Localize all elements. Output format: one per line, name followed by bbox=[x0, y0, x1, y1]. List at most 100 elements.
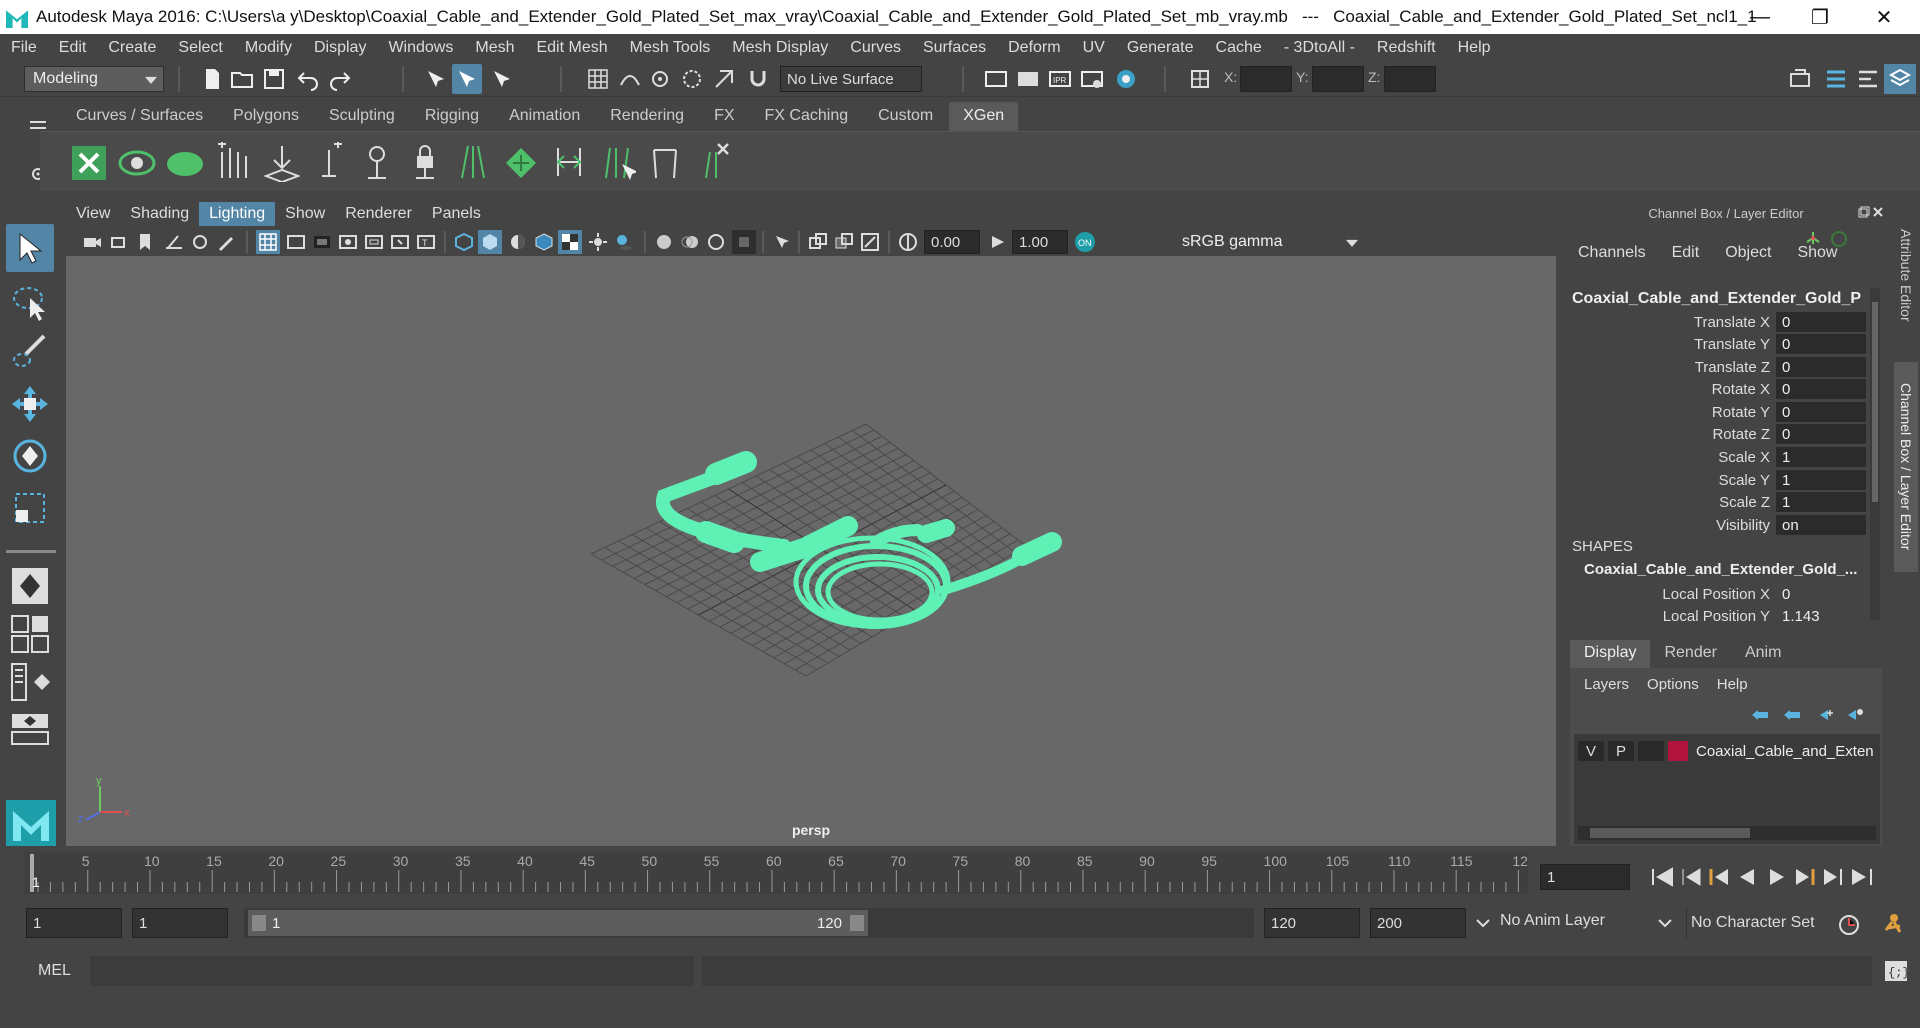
scrollbar-thumb[interactable] bbox=[1872, 302, 1878, 502]
layer-display-type-toggle[interactable] bbox=[1638, 741, 1664, 761]
go-to-end-icon[interactable] bbox=[1850, 866, 1874, 888]
graph-editor-layout-icon[interactable] bbox=[10, 712, 50, 746]
save-scene-icon[interactable] bbox=[262, 67, 286, 91]
channel-box-scrollbar[interactable] bbox=[1870, 288, 1880, 620]
use-all-lights-icon[interactable] bbox=[588, 232, 608, 252]
select-hierarchy-icon[interactable] bbox=[424, 67, 448, 91]
place-guides-icon[interactable] bbox=[262, 142, 300, 182]
render-current-frame-icon[interactable] bbox=[1016, 67, 1040, 91]
shelf-tab-polygons[interactable]: Polygons bbox=[219, 102, 313, 131]
channel-value[interactable]: on bbox=[1776, 515, 1866, 535]
channel-value[interactable]: 0 bbox=[1776, 402, 1866, 422]
channel-row-translate-x[interactable]: Translate X 0 bbox=[1568, 311, 1868, 333]
time-slider[interactable]: 5 10 15 20 25 30 35 40 45 50 55 60 65 70 75 80 85 90 95 100… bbox=[24, 852, 1532, 894]
create-empty-layer-icon[interactable] bbox=[1814, 708, 1834, 722]
playback-end-field[interactable]: 120 bbox=[1264, 908, 1360, 938]
xray-icon[interactable] bbox=[808, 232, 828, 252]
rotate-tool-icon[interactable] bbox=[10, 436, 50, 476]
select-camera-icon[interactable] bbox=[82, 232, 102, 252]
xray-components-icon[interactable] bbox=[860, 232, 880, 252]
view-transform-dropdown[interactable]: sRGB gamma bbox=[1174, 230, 1364, 254]
exposure-field[interactable]: 0.00 bbox=[924, 230, 980, 254]
undo-icon[interactable] bbox=[296, 67, 320, 91]
layer-list-hscrollbar[interactable] bbox=[1578, 826, 1876, 840]
gamma-field[interactable]: 1.00 bbox=[1012, 230, 1068, 254]
anim-layer-dropdown[interactable]: No Anim Layer bbox=[1500, 912, 1650, 930]
channel-row-scale-x[interactable]: Scale X 1 bbox=[1568, 446, 1868, 468]
layer-menu-layers[interactable]: Layers bbox=[1584, 676, 1629, 693]
safe-action-icon[interactable] bbox=[390, 232, 410, 252]
channel-row-visibility[interactable]: Visibility on bbox=[1568, 514, 1868, 536]
lock-guides-icon[interactable] bbox=[406, 142, 444, 182]
channel-box-menu-channels[interactable]: Channels bbox=[1578, 244, 1646, 262]
current-frame-field[interactable]: 1 bbox=[1540, 864, 1630, 890]
shelf-tab-fx-caching[interactable]: FX Caching bbox=[751, 102, 863, 131]
shelf-tab-animation[interactable]: Animation bbox=[495, 102, 594, 131]
lasso-tool-icon[interactable] bbox=[10, 282, 50, 322]
mode-dropdown[interactable]: Modeling bbox=[24, 66, 164, 92]
depth-of-field-button[interactable] bbox=[732, 230, 756, 254]
outliner-layout-icon[interactable] bbox=[10, 662, 50, 702]
snap-to-point-icon[interactable] bbox=[648, 67, 672, 91]
image-plane-icon[interactable] bbox=[164, 232, 184, 252]
manipulator-icon[interactable] bbox=[1804, 230, 1822, 248]
character-set-dropdown[interactable]: No Character Set bbox=[1686, 908, 1826, 938]
grid-toggle-button[interactable] bbox=[256, 230, 280, 254]
render-settings-icon[interactable] bbox=[1080, 67, 1104, 91]
xgen-preview-icon[interactable] bbox=[118, 144, 156, 182]
menu-windows[interactable]: Windows bbox=[377, 39, 464, 57]
open-scene-icon[interactable] bbox=[230, 67, 254, 91]
film-gate-icon[interactable] bbox=[286, 232, 306, 252]
restore-button[interactable]: ❐ bbox=[1792, 0, 1848, 34]
viewport-menu-panels[interactable]: Panels bbox=[422, 202, 491, 226]
step-back-key-icon[interactable] bbox=[1708, 866, 1730, 888]
animation-preferences-icon[interactable] bbox=[1878, 910, 1908, 940]
range-slider-handle-bar[interactable]: 1 120 bbox=[248, 910, 868, 936]
play-forwards-icon[interactable] bbox=[1766, 866, 1788, 888]
shape-node-name[interactable]: Coaxial_Cable_and_Extender_Gold_... bbox=[1584, 561, 1862, 578]
attribute-editor-tab[interactable]: Attribute Editor bbox=[1894, 210, 1918, 340]
layer-tab-display[interactable]: Display bbox=[1570, 640, 1651, 668]
bookmark-icon[interactable] bbox=[138, 232, 152, 252]
maya-home-logo[interactable] bbox=[6, 800, 56, 846]
channel-row-translate-z[interactable]: Translate Z 0 bbox=[1568, 356, 1868, 378]
rebuild-guides-icon[interactable] bbox=[358, 142, 396, 182]
new-scene-icon[interactable] bbox=[200, 67, 224, 91]
color-management-toggle-icon[interactable]: ON bbox=[1074, 231, 1096, 253]
play-backwards-icon[interactable] bbox=[1736, 866, 1758, 888]
range-slider-track[interactable]: 1 120 bbox=[244, 908, 1254, 938]
shelf-tab-xgen[interactable]: XGen bbox=[949, 102, 1019, 131]
layer-menu-options[interactable]: Options bbox=[1647, 676, 1699, 693]
channel-row-local-position-x[interactable]: Local Position X 0 bbox=[1568, 583, 1868, 605]
guide-length-icon[interactable] bbox=[550, 142, 588, 182]
select-object-mode-button[interactable] bbox=[452, 64, 482, 94]
xyz-input-mode-icon[interactable] bbox=[1188, 67, 1212, 91]
ipr-render-icon[interactable]: IPR bbox=[1048, 67, 1072, 91]
create-layer-from-selection-icon[interactable] bbox=[1844, 708, 1864, 722]
add-guides-icon[interactable] bbox=[214, 142, 252, 182]
range-slider-left-grip[interactable] bbox=[252, 915, 266, 931]
exposure-icon[interactable] bbox=[898, 232, 918, 252]
channel-row-rotate-z[interactable]: Rotate Z 0 bbox=[1568, 423, 1868, 445]
snap-to-curve-icon[interactable] bbox=[618, 67, 642, 91]
channel-value[interactable]: 1 bbox=[1776, 470, 1866, 490]
selected-object-name[interactable]: Coaxial_Cable_and_Extender_Gold_Pl... bbox=[1572, 290, 1862, 308]
gate-mask-icon[interactable] bbox=[338, 232, 358, 252]
field-chart-icon[interactable] bbox=[364, 232, 384, 252]
animation-start-field[interactable]: 1 bbox=[26, 908, 122, 938]
channel-row-scale-z[interactable]: Scale Z 1 bbox=[1568, 491, 1868, 513]
snap-to-view-plane-icon[interactable] bbox=[680, 67, 704, 91]
single-perspective-layout-icon[interactable] bbox=[10, 566, 50, 606]
viewport-menu-lighting[interactable]: Lighting bbox=[199, 202, 276, 226]
safe-title-icon[interactable]: T bbox=[416, 232, 436, 252]
layer-tab-render[interactable]: Render bbox=[1650, 640, 1730, 668]
channel-box-toggle-button[interactable] bbox=[1884, 64, 1916, 94]
smooth-shade-button[interactable] bbox=[478, 230, 502, 254]
channel-value[interactable]: 1 bbox=[1776, 492, 1866, 512]
command-input[interactable] bbox=[90, 956, 694, 986]
camera-attributes-icon[interactable] bbox=[110, 232, 130, 252]
wireframe-on-shaded-icon[interactable] bbox=[534, 232, 554, 252]
channel-value[interactable]: 0 bbox=[1776, 357, 1866, 377]
delete-guides-icon[interactable] bbox=[694, 140, 732, 182]
layer-visibility-toggle[interactable]: V bbox=[1578, 741, 1604, 761]
